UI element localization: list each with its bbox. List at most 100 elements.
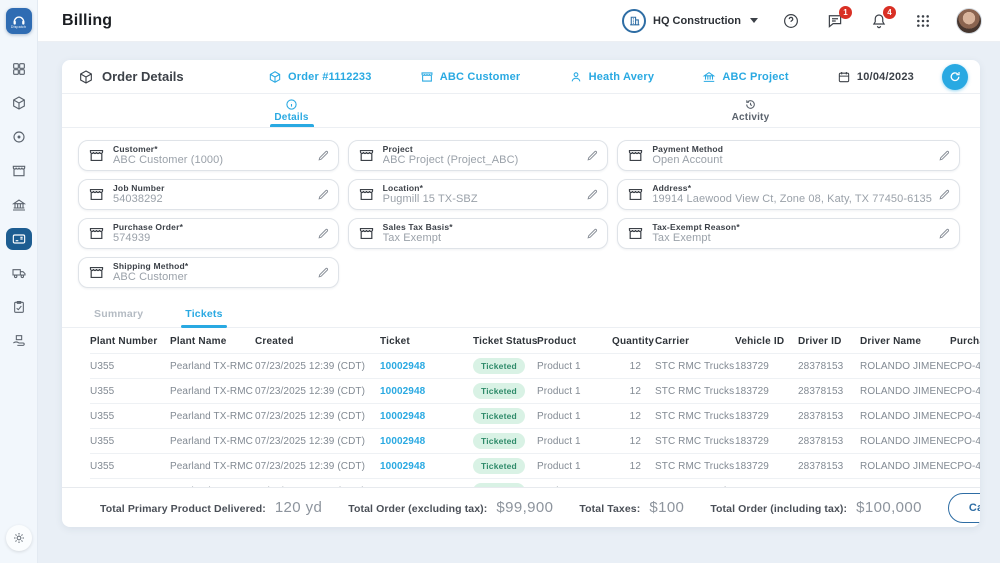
total-value: $99,900 (496, 499, 553, 516)
ticket-link[interactable]: 10002948 (380, 436, 425, 447)
sidebar-item-deliveries[interactable] (6, 330, 32, 352)
messages-button[interactable]: 1 (824, 10, 846, 32)
table-cell: 12 (612, 354, 655, 379)
total-total-taxes: Total Taxes:$100 (579, 499, 684, 516)
storefront-icon (11, 163, 27, 179)
tickets-table-wrap: Plant NumberPlant NameCreatedTicketTicke… (62, 328, 980, 487)
tab-details[interactable]: Details (62, 94, 521, 127)
table-cell: 12 (612, 404, 655, 429)
notifications-button[interactable]: 4 (868, 10, 890, 32)
customer-link[interactable]: ABC Customer (420, 70, 521, 84)
app-grid-button[interactable] (912, 10, 934, 32)
table-cell: ROLANDO JIMENEZ (860, 454, 950, 479)
building-icon (702, 70, 716, 84)
storefront-icon (88, 186, 105, 203)
ticket-status-badge: Ticketed (473, 433, 525, 449)
ticket-status-badge: Ticketed (473, 458, 525, 474)
user-avatar[interactable] (956, 8, 982, 34)
column-header: Ticket Status (473, 328, 537, 354)
field-purchase-order[interactable]: Purchase Order*574939 (78, 218, 339, 249)
table-cell: CPO-435 (950, 454, 980, 479)
table-cell: U355 (90, 354, 170, 379)
pencil-icon[interactable] (938, 188, 951, 201)
sidebar-item-billing[interactable] (6, 228, 32, 250)
pencil-icon[interactable] (586, 149, 599, 162)
pencil-icon[interactable] (938, 227, 951, 240)
field-sales-tax-basis[interactable]: Sales Tax Basis*Tax Exempt (348, 218, 609, 249)
table-cell: CPO-435 (950, 404, 980, 429)
field-shipping-method[interactable]: Shipping Method*ABC Customer (78, 257, 339, 288)
table-cell: ROLANDO JIMENEZ (860, 404, 950, 429)
field-value: ABC Project (Project_ABC) (383, 154, 581, 167)
column-header: Purchase Order (950, 328, 980, 354)
column-header: Quantity (612, 328, 655, 354)
project-link[interactable]: ABC Project (702, 70, 788, 84)
org-switcher[interactable]: HQ Construction (622, 9, 758, 33)
ticket-status-badge: Ticketed (473, 383, 525, 399)
field-job-number[interactable]: Job Number54038292 (78, 179, 339, 210)
field-address[interactable]: Address*19914 Laewood View Ct, Zone 08, … (617, 179, 960, 210)
sidebar-item-settings[interactable] (6, 525, 32, 551)
table-row: U355Pearland TX-RMC07/23/2025 12:39 (CDT… (90, 379, 980, 404)
subtab-summary[interactable]: Summary (90, 302, 147, 327)
ticket-link[interactable]: 10002948 (380, 411, 425, 422)
sidebar-item-plants[interactable] (6, 194, 32, 216)
chevron-down-icon (750, 18, 758, 23)
field-value: Pugmill 15 TX-SBZ (383, 193, 581, 206)
refresh-icon (948, 70, 962, 84)
field-customer[interactable]: Customer*ABC Customer (1000) (78, 140, 339, 171)
pencil-icon[interactable] (586, 227, 599, 240)
ticket-link[interactable]: 10002948 (380, 386, 425, 397)
total-label: Total Taxes: (579, 503, 640, 515)
table-cell: 28378153 (798, 404, 860, 429)
ticket-link[interactable]: 10002948 (380, 361, 425, 372)
order-number-link[interactable]: Order #1112233 (268, 70, 372, 84)
pencil-icon[interactable] (317, 227, 330, 240)
field-value: 54038292 (113, 193, 311, 206)
field-tax-exempt-reason[interactable]: Tax-Exempt Reason*Tax Exempt (617, 218, 960, 249)
pencil-icon[interactable] (938, 149, 951, 162)
field-location[interactable]: Location*Pugmill 15 TX-SBZ (348, 179, 609, 210)
table-cell: Product 1 (537, 379, 612, 404)
refresh-button[interactable] (942, 64, 968, 90)
order-date[interactable]: 10/04/2023 (837, 70, 914, 84)
pencil-icon[interactable] (586, 188, 599, 201)
cancel-button[interactable]: Cancel (948, 493, 980, 523)
table-cell: CPO-435 (950, 479, 980, 488)
table-row: U355Pearland TX-RMC07/23/2025 12:39 (CDT… (90, 479, 980, 488)
table-cell: 07/23/2025 12:39 (CDT) (255, 379, 380, 404)
field-payment-method[interactable]: Payment MethodOpen Account (617, 140, 960, 171)
field-label: Payment Method (652, 144, 932, 154)
table-cell: U355 (90, 379, 170, 404)
sidebar-item-orders[interactable] (6, 92, 32, 114)
table-cell: Pearland TX-RMC (170, 354, 255, 379)
sidebar: Dispatch (0, 0, 38, 563)
field-label: Purchase Order* (113, 222, 311, 232)
table-cell: STC RMC Trucks (655, 479, 735, 488)
sidebar-item-trucks[interactable] (6, 262, 32, 284)
field-project[interactable]: ProjectABC Project (Project_ABC) (348, 140, 609, 171)
sidebar-item-customers[interactable] (6, 160, 32, 182)
pencil-icon[interactable] (317, 149, 330, 162)
subtab-tickets[interactable]: Tickets (181, 302, 226, 327)
sidebar-item-dashboard[interactable] (6, 58, 32, 80)
pencil-icon[interactable] (317, 188, 330, 201)
app-logo[interactable]: Dispatch (6, 8, 32, 34)
field-value: Tax Exempt (383, 232, 581, 245)
help-button[interactable] (780, 10, 802, 32)
table-cell: 183729 (735, 379, 798, 404)
pencil-icon[interactable] (317, 266, 330, 279)
ticket-link[interactable]: 10002948 (380, 461, 425, 472)
dashboard-icon (11, 61, 27, 77)
total-total-primary-product-delivered: Total Primary Product Delivered:120 yd (100, 499, 322, 516)
field-value: 574939 (113, 232, 311, 245)
field-label: Shipping Method* (113, 261, 311, 271)
sidebar-item-reports[interactable] (6, 296, 32, 318)
total-value: $100,000 (856, 499, 922, 516)
sidebar-item-tracking[interactable] (6, 126, 32, 148)
storefront-icon (420, 70, 434, 84)
storefront-icon (627, 186, 644, 203)
user-link[interactable]: Heath Avery (569, 70, 655, 84)
tab-activity[interactable]: Activity (521, 94, 980, 127)
total-label: Total Primary Product Delivered: (100, 503, 266, 515)
